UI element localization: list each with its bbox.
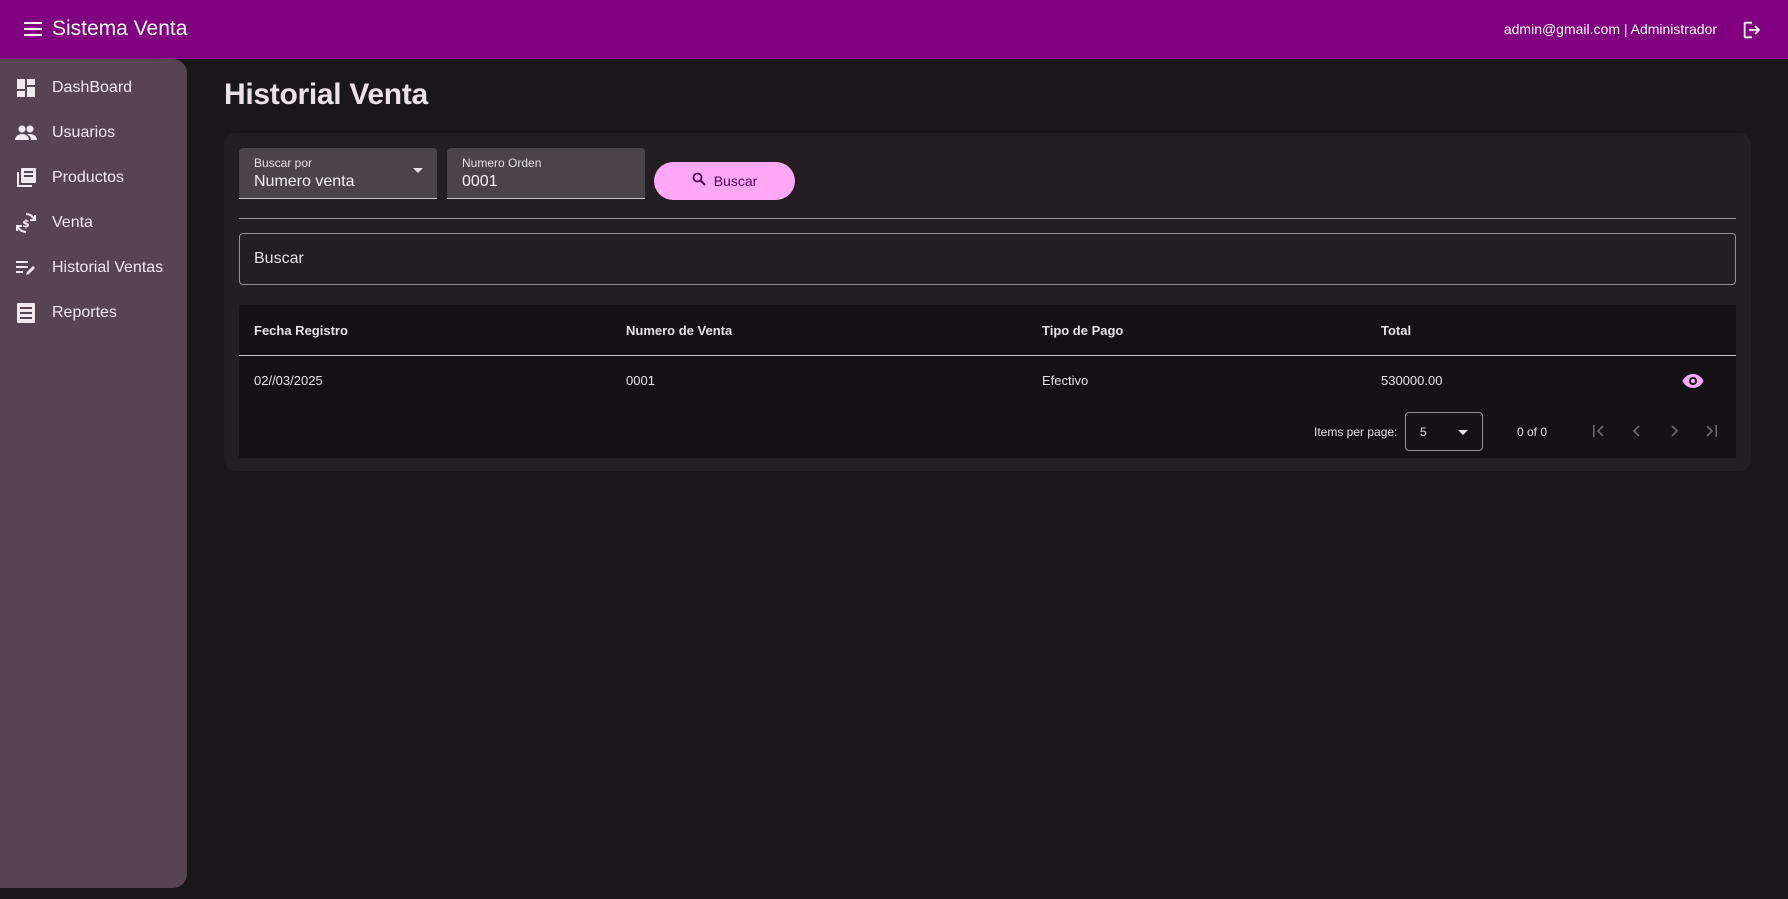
filter-input[interactable] xyxy=(254,250,1714,268)
cell-tipo-pago: Efectivo xyxy=(1042,373,1089,388)
sales-table: Fecha Registro Numero de Venta Tipo de P… xyxy=(239,305,1736,458)
page-title: Historial Venta xyxy=(224,78,428,111)
cell-fecha: 02//03/2025 xyxy=(254,373,323,388)
sidebar-item-historial-ventas[interactable]: Historial Ventas xyxy=(0,245,187,290)
next-page-icon[interactable] xyxy=(1662,419,1686,443)
sidebar-item-label: Reportes xyxy=(52,303,117,321)
divider xyxy=(239,218,1736,219)
sidebar-item-productos[interactable]: Productos xyxy=(0,155,187,200)
sidebar-item-label: Productos xyxy=(52,168,125,186)
currency-exchange-icon: $ xyxy=(14,211,38,235)
table-header: Fecha Registro Numero de Venta Tipo de P… xyxy=(239,305,1736,356)
historial-card: Buscar por Numero venta Numero Orden 000… xyxy=(224,133,1751,471)
sidebar-item-label: Venta xyxy=(52,213,93,231)
top-toolbar: Sistema Venta admin@gmail.com | Administ… xyxy=(0,0,1788,59)
edit-note-icon xyxy=(14,256,38,280)
sidebar-item-label: DashBoard xyxy=(52,78,133,96)
dropdown-arrow-icon xyxy=(413,168,423,173)
page-size-select[interactable]: 5 xyxy=(1405,412,1483,451)
column-header-numero[interactable]: Numero de Venta xyxy=(626,323,732,338)
user-info: admin@gmail.com | Administrador xyxy=(1503,21,1717,37)
numero-orden-field[interactable]: Numero Orden 0001 xyxy=(447,148,645,199)
column-header-tipo-pago[interactable]: Tipo de Pago xyxy=(1042,323,1123,338)
sidebar-item-label: Historial Ventas xyxy=(52,258,164,276)
dropdown-arrow-icon xyxy=(1458,430,1468,435)
cell-total: 530000.00 xyxy=(1381,373,1443,388)
sidebar: DashBoard Usuarios Productos $ Venta His… xyxy=(0,59,187,888)
items-per-page-label: Items per page: xyxy=(1314,425,1398,439)
paginator: Items per page: 5 0 of 0 xyxy=(239,405,1736,458)
svg-text:$: $ xyxy=(22,217,30,230)
sidebar-item-label: Usuarios xyxy=(52,123,116,141)
page-range-label: 0 of 0 xyxy=(1517,425,1548,439)
sidebar-item-reportes[interactable]: Reportes xyxy=(0,290,187,335)
buscar-por-label: Buscar por xyxy=(254,156,313,170)
sidebar-item-venta[interactable]: $ Venta xyxy=(0,200,187,245)
column-header-fecha[interactable]: Fecha Registro xyxy=(254,323,348,338)
buscar-por-select[interactable]: Buscar por Numero venta xyxy=(239,148,437,199)
first-page-icon[interactable] xyxy=(1587,419,1611,443)
collections-icon xyxy=(14,166,38,190)
app-title: Sistema Venta xyxy=(52,17,188,40)
numero-orden-label: Numero Orden xyxy=(462,156,542,170)
search-icon xyxy=(692,172,706,191)
numero-orden-value[interactable]: 0001 xyxy=(462,173,498,191)
previous-page-icon[interactable] xyxy=(1625,419,1649,443)
sidebar-item-usuarios[interactable]: Usuarios xyxy=(0,110,187,155)
report-icon xyxy=(14,301,38,325)
people-icon xyxy=(14,121,38,145)
eye-icon[interactable] xyxy=(1680,368,1706,394)
filter-box xyxy=(239,233,1736,285)
page-size-value: 5 xyxy=(1420,425,1427,439)
dashboard-icon xyxy=(14,76,38,100)
search-button[interactable]: Buscar xyxy=(654,162,795,200)
search-button-label: Buscar xyxy=(713,173,758,189)
sidebar-item-dashboard[interactable]: DashBoard xyxy=(0,65,187,110)
table-row: 02//03/2025 0001 Efectivo 530000.00 xyxy=(239,357,1736,405)
last-page-icon[interactable] xyxy=(1699,419,1723,443)
cell-numero: 0001 xyxy=(626,373,655,388)
logout-icon[interactable] xyxy=(1738,16,1766,44)
buscar-por-value: Numero venta xyxy=(254,173,355,190)
menu-icon[interactable] xyxy=(20,15,48,43)
column-header-total[interactable]: Total xyxy=(1381,323,1411,338)
